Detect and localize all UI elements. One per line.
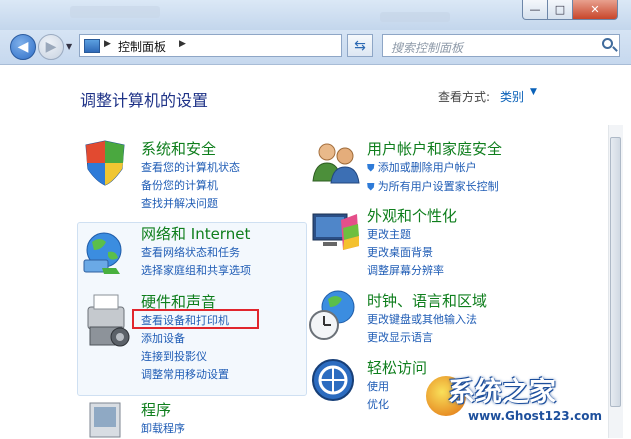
refresh-button[interactable]: ⇆ — [347, 34, 373, 57]
category-title[interactable]: 硬件和声音 — [141, 291, 229, 312]
category-network-internet: 网络和 Internet 查看网络状态和任务 选择家庭组和共享选项 — [141, 223, 251, 280]
ease-of-access-icon — [312, 359, 354, 401]
link-connect-projector[interactable]: 连接到投影仪 — [141, 348, 229, 366]
printer-icon — [87, 294, 130, 347]
link-view-computer-status[interactable]: 查看您的计算机状态 — [141, 159, 240, 177]
breadcrumb-separator[interactable]: ▶ — [104, 39, 111, 49]
scrollbar-thumb[interactable] — [610, 137, 621, 407]
search-icon[interactable] — [602, 38, 613, 49]
network-globe-icon — [83, 232, 122, 274]
category-ease-of-access: 轻松访问 使用 优化 — [367, 357, 427, 414]
link-add-device[interactable]: 添加设备 — [141, 330, 229, 348]
link-ease-optimize[interactable]: 优化 — [367, 396, 427, 414]
search-box[interactable]: 搜索控制面板 — [382, 34, 620, 57]
minimize-button[interactable]: — — [522, 0, 548, 20]
shield-icon — [85, 140, 125, 186]
link-change-display-language[interactable]: 更改显示语言 — [367, 329, 487, 347]
maximize-button[interactable]: □ — [547, 0, 573, 20]
view-by-label: 查看方式: — [438, 90, 491, 104]
link-label[interactable]: 为所有用户设置家长控制 — [378, 180, 499, 193]
close-button[interactable]: ✕ — [572, 0, 618, 20]
link-devices-printers[interactable]: 查看设备和打印机 — [141, 312, 229, 330]
category-user-accounts: 用户帐户和家庭安全 ⛊ 添加或删除用户帐户 ⛊ 为所有用户设置家长控制 — [367, 138, 502, 197]
link-backup-computer[interactable]: 备份您的计算机 — [141, 177, 240, 195]
uac-shield-icon: ⛊ — [367, 182, 378, 193]
control-panel-icon — [84, 39, 100, 53]
category-title[interactable]: 系统和安全 — [141, 138, 240, 159]
category-title[interactable]: 外观和个性化 — [367, 205, 457, 226]
view-by-dropdown[interactable]: 类别 — [500, 88, 524, 105]
blurred-title — [70, 6, 160, 18]
category-title[interactable]: 程序 — [141, 399, 185, 420]
back-arrow-icon: ◀ — [17, 39, 29, 55]
category-title[interactable]: 用户帐户和家庭安全 — [367, 138, 502, 159]
clock-globe-icon — [309, 290, 355, 340]
vertical-scrollbar[interactable] — [608, 125, 623, 438]
back-button[interactable]: ◀ — [10, 34, 36, 60]
refresh-icon: ⇆ — [354, 37, 366, 54]
link-change-background[interactable]: 更改桌面背景 — [367, 244, 457, 262]
category-clock-language-region: 时钟、语言和区域 更改键盘或其他输入法 更改显示语言 — [367, 290, 487, 347]
address-bar[interactable]: ▶ 控制面板 ▶ ▼ — [79, 34, 412, 57]
category-title[interactable]: 网络和 Internet — [141, 223, 251, 244]
view-by-arrow-icon[interactable]: ▼ — [530, 87, 537, 97]
category-programs: 程序 卸载程序 — [141, 399, 185, 438]
category-hardware-sound: 硬件和声音 查看设备和打印机 添加设备 连接到投影仪 调整常用移动设置 — [141, 291, 229, 384]
page-title: 调整计算机的设置 — [80, 91, 209, 110]
link-uninstall-program[interactable]: 卸载程序 — [141, 420, 185, 438]
forward-arrow-icon: ▶ — [45, 39, 57, 55]
link-screen-resolution[interactable]: 调整屏幕分辨率 — [367, 262, 457, 280]
link-change-input-methods[interactable]: 更改键盘或其他输入法 — [367, 311, 487, 329]
link-mobility-settings[interactable]: 调整常用移动设置 — [141, 366, 229, 384]
users-icon — [312, 143, 360, 184]
navigation-bar: ◀ ▶ ▼ ▶ 控制面板 ▶ ▼ ⇆ 搜索控制面板 — [0, 30, 631, 65]
category-title[interactable]: 时钟、语言和区域 — [367, 290, 487, 311]
blurred-title-secondary — [380, 12, 450, 22]
link-troubleshoot[interactable]: 查找并解决问题 — [141, 195, 240, 213]
link-change-theme[interactable]: 更改主题 — [367, 226, 457, 244]
search-input[interactable]: 搜索控制面板 — [391, 39, 463, 56]
link-ease-use[interactable]: 使用 — [367, 378, 427, 396]
programs-icon — [89, 402, 121, 438]
monitor-icon — [312, 213, 359, 250]
watermark-text: 系统之家 — [448, 377, 556, 408]
link-parental-controls[interactable]: ⛊ 为所有用户设置家长控制 — [367, 178, 502, 197]
recent-pages-dropdown[interactable]: ▼ — [66, 42, 72, 51]
forward-button[interactable]: ▶ — [38, 34, 64, 60]
uac-shield-icon: ⛊ — [367, 163, 378, 174]
link-add-remove-users[interactable]: ⛊ 添加或删除用户帐户 — [367, 159, 502, 178]
category-system-security: 系统和安全 查看您的计算机状态 备份您的计算机 查找并解决问题 — [141, 138, 240, 213]
category-appearance: 外观和个性化 更改主题 更改桌面背景 调整屏幕分辨率 — [367, 205, 457, 280]
link-label[interactable]: 添加或删除用户帐户 — [378, 161, 477, 174]
breadcrumb-separator-2[interactable]: ▶ — [179, 39, 186, 49]
title-bar: — □ ✕ — [0, 0, 631, 30]
watermark-url: www.Ghost123.com — [468, 409, 603, 423]
breadcrumb-control-panel[interactable]: 控制面板 — [118, 38, 166, 55]
link-homegroup-sharing[interactable]: 选择家庭组和共享选项 — [141, 262, 251, 280]
category-title[interactable]: 轻松访问 — [367, 357, 427, 378]
link-view-network-status[interactable]: 查看网络状态和任务 — [141, 244, 251, 262]
